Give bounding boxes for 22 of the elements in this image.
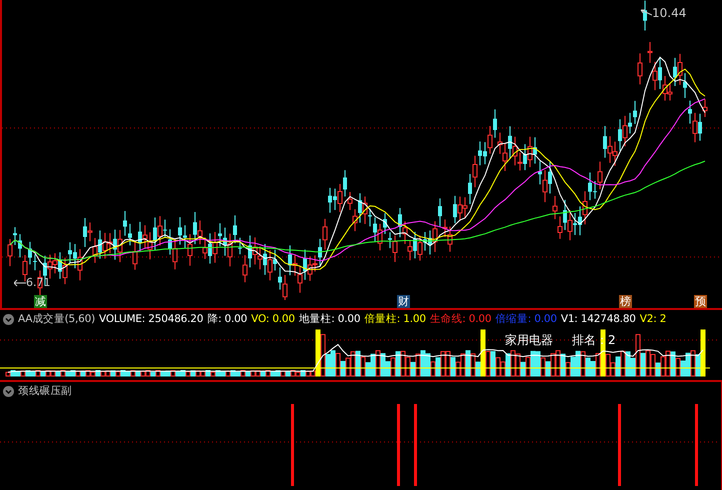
collapse-icon[interactable] — [3, 314, 14, 324]
indicator-readout: 地量柱: 0.00 — [298, 312, 360, 326]
indicator-readout: VOLUME: 250486.20 — [99, 313, 204, 325]
indicator-readout: V2: 2 — [640, 313, 666, 325]
indicator-title: 颈线碾压副 — [18, 384, 72, 398]
collapse-icon[interactable] — [3, 386, 14, 396]
event-marker[interactable]: 预 — [694, 295, 707, 308]
indicator-readout: 倍量柱: 1.00 — [364, 312, 426, 326]
sector-label: 家用电器 — [505, 332, 553, 349]
event-marker[interactable]: 财 — [397, 295, 410, 308]
indicator-readout: 生命线: 0.00 — [430, 312, 492, 326]
event-marker[interactable]: 榜 — [619, 295, 632, 308]
indicator-readout: 降: 0.00 — [207, 312, 248, 326]
indicator-readout: V1: 142748.80 — [560, 313, 636, 325]
indicator-title: AA成交量(5,60) — [18, 312, 96, 326]
indicator-readout: 倍缩量: 0.00 — [495, 312, 557, 326]
arrow-icon — [14, 278, 26, 286]
high-price-label: 10.44 — [640, 6, 686, 20]
event-marker[interactable]: 减 — [34, 295, 47, 308]
rank-label: 排名：2 — [572, 332, 616, 349]
arrow-icon — [640, 9, 652, 17]
indicator-readout: VO: 0.00 — [251, 313, 295, 325]
